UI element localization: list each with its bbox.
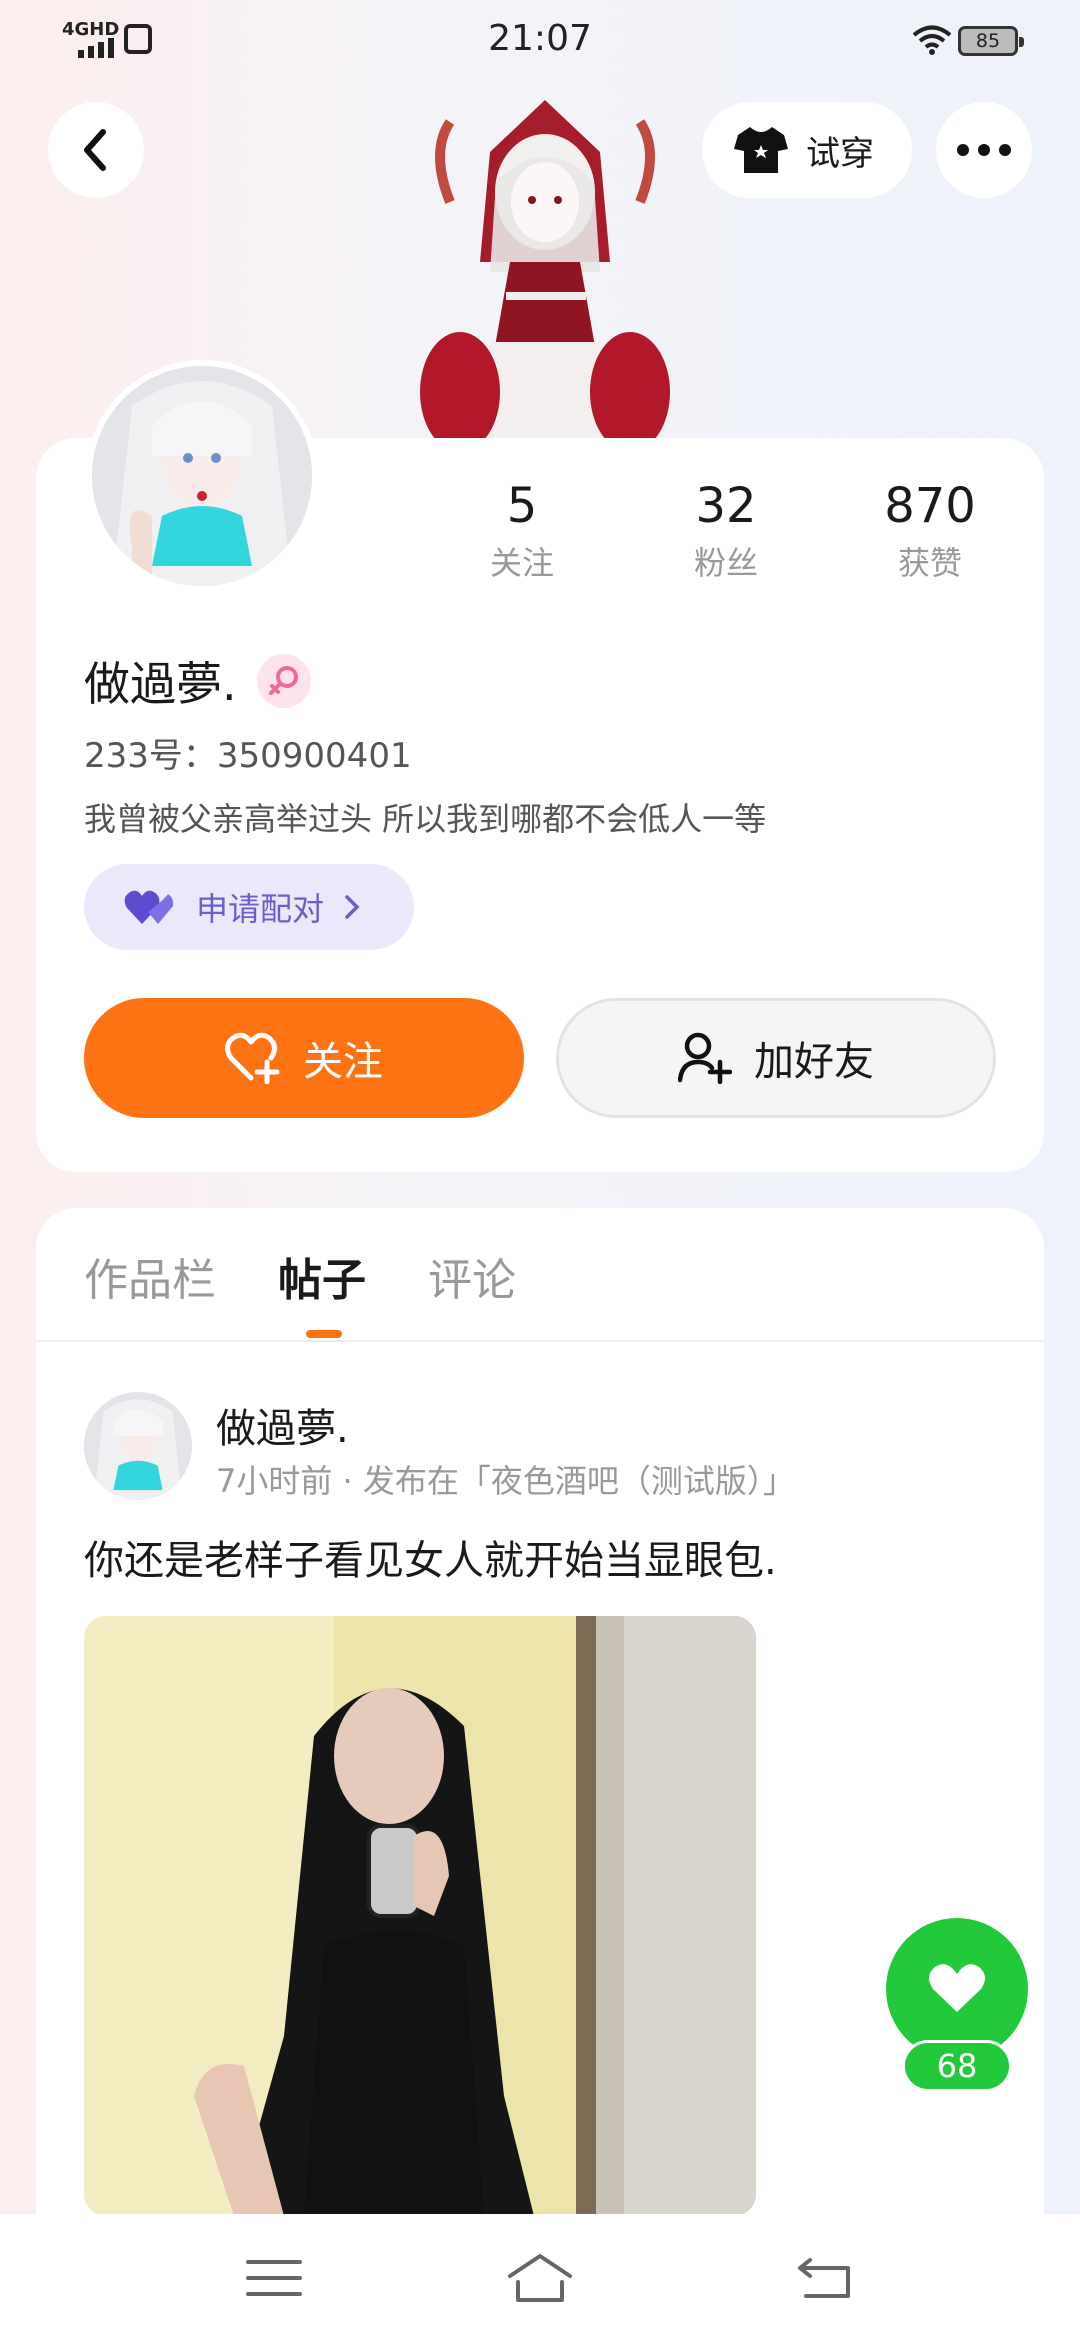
heart-icon <box>928 1964 986 2012</box>
avatar-image <box>92 366 312 586</box>
user-plus-icon <box>678 1032 732 1084</box>
profile-tabs: 作品栏 帖子 评论 <box>84 1244 516 1308</box>
post-meta: 7小时前 · 发布在「夜色酒吧（测试版）」 <box>216 1462 795 1500</box>
character-model-image[interactable] <box>410 92 680 440</box>
heart-plus-icon <box>225 1032 280 1084</box>
post-author-name[interactable]: 做過夢. <box>216 1396 349 1454</box>
profile-username: 做過夢. <box>84 648 311 714</box>
back-nav-icon[interactable] <box>796 2252 856 2304</box>
avatar[interactable] <box>86 360 318 592</box>
more-dots-icon <box>957 144 1011 156</box>
stat-fans[interactable]: 32 粉丝 <box>636 478 816 584</box>
avatar-image <box>84 1392 192 1500</box>
hearts-icon <box>124 890 174 924</box>
like-count: 68 <box>902 2040 1012 2092</box>
wifi-icon <box>912 25 952 55</box>
more-button[interactable] <box>936 102 1032 198</box>
stat-value: 5 <box>506 478 538 534</box>
match-label: 申请配对 <box>196 890 325 928</box>
tab-indicator <box>306 1330 342 1338</box>
stat-label: 粉丝 <box>693 544 758 582</box>
home-icon[interactable] <box>506 2252 574 2304</box>
status-bar: 4GHD 21:07 85 <box>0 0 1080 80</box>
tryon-label: 试穿 <box>806 133 874 174</box>
follow-label: 关注 <box>303 1039 383 1085</box>
add-friend-button[interactable]: 加好友 <box>556 998 996 1118</box>
tab-works[interactable]: 作品栏 <box>84 1244 216 1308</box>
tab-posts[interactable]: 帖子 <box>278 1244 366 1308</box>
female-icon <box>256 654 311 708</box>
user-id: 233号：350900401 <box>84 736 412 776</box>
post-text: 你还是老样子看见女人就开始当显眼包. <box>84 1538 777 1584</box>
match-request-button[interactable]: 申请配对 <box>84 864 414 950</box>
stat-label: 获赞 <box>897 544 962 582</box>
post-image[interactable] <box>84 1616 756 2216</box>
menu-icon[interactable] <box>244 2252 304 2304</box>
stat-likes[interactable]: 870 获赞 <box>840 478 1020 584</box>
tab-comments[interactable]: 评论 <box>428 1244 516 1308</box>
like-button[interactable] <box>886 1918 1028 2060</box>
tshirt-icon <box>734 127 788 173</box>
follow-button[interactable]: 关注 <box>84 998 524 1118</box>
stat-label: 关注 <box>489 544 554 582</box>
tabs-divider <box>36 1340 1044 1342</box>
tryon-button[interactable]: 试穿 <box>702 102 912 198</box>
chevron-right-icon <box>345 895 360 919</box>
stat-following[interactable]: 5 关注 <box>432 478 612 584</box>
username-text: 做過夢. <box>84 657 237 711</box>
chevron-left-icon <box>84 129 106 171</box>
stat-value: 870 <box>884 478 976 534</box>
add-friend-label: 加好友 <box>754 1039 874 1085</box>
stat-value: 32 <box>695 478 757 534</box>
post-author-avatar[interactable] <box>84 1392 192 1500</box>
battery-icon: 85 <box>958 26 1024 56</box>
back-button[interactable] <box>48 102 144 198</box>
user-bio: 我曾被父亲高举过头 所以我到哪都不会低人一等 <box>84 800 767 838</box>
system-nav-bar <box>0 2214 1080 2340</box>
